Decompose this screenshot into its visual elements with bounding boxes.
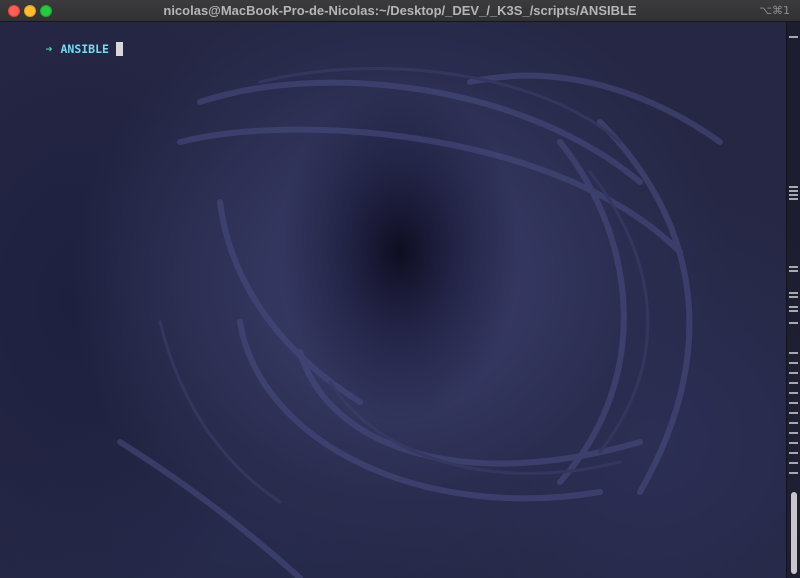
scroll-marker bbox=[789, 372, 798, 374]
scroll-thumb[interactable] bbox=[791, 492, 797, 574]
prompt-line[interactable]: ➜ ANSIBLE bbox=[4, 25, 123, 56]
background-wallpaper bbox=[117, 67, 723, 578]
scroll-marker bbox=[789, 462, 798, 464]
scroll-marker bbox=[789, 292, 798, 294]
scroll-marker bbox=[789, 392, 798, 394]
scroll-marker bbox=[789, 452, 798, 454]
scroll-marker bbox=[789, 382, 798, 384]
vertical-scrollbar[interactable] bbox=[786, 22, 800, 578]
scroll-marker bbox=[789, 432, 798, 434]
scroll-marker bbox=[789, 36, 798, 38]
scroll-marker bbox=[789, 296, 798, 298]
scroll-marker bbox=[789, 402, 798, 404]
scroll-marker bbox=[789, 412, 798, 414]
scroll-marker bbox=[789, 186, 798, 188]
current-directory: ANSIBLE bbox=[60, 42, 109, 56]
scroll-marker bbox=[789, 322, 798, 324]
scroll-marker bbox=[789, 190, 798, 192]
window-shortcut-label: ⌥⌘1 bbox=[759, 4, 790, 17]
terminal-content-area[interactable]: ➜ ANSIBLE bbox=[0, 22, 800, 578]
window-title: nicolas@MacBook-Pro-de-Nicolas:~/Desktop… bbox=[163, 3, 637, 18]
text-cursor bbox=[115, 42, 123, 56]
scroll-marker bbox=[789, 442, 798, 444]
scroll-marker bbox=[789, 194, 798, 196]
scroll-marker bbox=[789, 472, 798, 474]
scroll-marker bbox=[789, 270, 798, 272]
scroll-marker bbox=[789, 306, 798, 308]
scroll-marker bbox=[789, 422, 798, 424]
scroll-marker bbox=[789, 362, 798, 364]
scroll-marker bbox=[789, 266, 798, 268]
title-bar[interactable]: nicolas@MacBook-Pro-de-Nicolas:~/Desktop… bbox=[0, 0, 800, 22]
scroll-marker bbox=[789, 310, 798, 312]
prompt-arrow-icon: ➜ bbox=[45, 42, 53, 56]
scroll-marker bbox=[789, 352, 798, 354]
scroll-marker bbox=[789, 198, 798, 200]
terminal-window: nicolas@MacBook-Pro-de-Nicolas:~/Desktop… bbox=[0, 0, 800, 578]
